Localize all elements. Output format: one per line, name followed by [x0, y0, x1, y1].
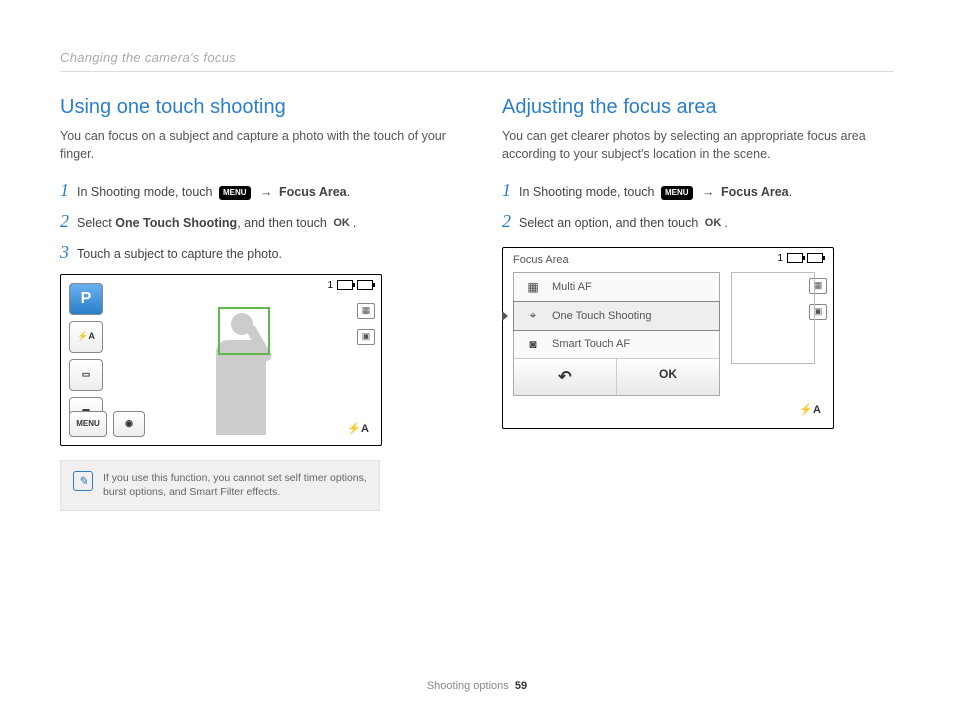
step-1: 1 In Shooting mode, touch MENU → Focus A… — [502, 181, 894, 202]
ok-icon: OK — [333, 215, 350, 232]
focus-area-label: Focus Area — [279, 185, 347, 199]
view-button: ◉ — [113, 411, 145, 437]
back-button: ↶ — [514, 359, 617, 395]
two-column-layout: Using one touch shooting You can focus o… — [60, 96, 894, 511]
smart-icon: ◙ — [524, 337, 542, 351]
step-text: In Shooting mode, touch MENU → Focus Are… — [77, 181, 350, 202]
shot-counter: 1 — [777, 253, 783, 264]
focus-box-overlay — [218, 307, 270, 355]
heading-one-touch: Using one touch shooting — [60, 96, 452, 119]
grid-icon: ▦ — [524, 280, 542, 294]
note-box: ✎ If you use this function, you cannot s… — [60, 460, 380, 511]
step-2: 2 Select an option, and then touch OK. — [502, 212, 894, 233]
text-fragment: Select an option, and then touch — [519, 216, 702, 230]
focus-area-label: Focus Area — [721, 185, 789, 199]
step-text: Touch a subject to capture the photo. — [77, 243, 282, 264]
step-text: In Shooting mode, touch MENU → Focus Are… — [519, 181, 792, 202]
page-number: 59 — [515, 680, 527, 692]
intro-text: You can get clearer photos by selecting … — [502, 127, 894, 163]
option-multi-af: ▦ Multi AF — [514, 273, 719, 302]
preview-box — [731, 272, 815, 364]
note-text: If you use this function, you cannot set… — [103, 471, 367, 500]
camera-screenshot-1: 1 ▦ ▣ P ⚡A ▭ ▦ MENU ◉ — [60, 274, 382, 446]
text-fragment: , and then touch — [237, 216, 330, 230]
option-label: One Touch Shooting — [552, 310, 651, 322]
bottom-left-buttons: MENU ◉ — [69, 411, 145, 437]
focus-area-panel: ▦ Multi AF ⌖ One Touch Shooting ◙ Smart … — [513, 272, 720, 396]
one-touch-label: One Touch Shooting — [115, 216, 237, 230]
step-3: 3 Touch a subject to capture the photo. — [60, 243, 452, 264]
option-label: Multi AF — [552, 281, 592, 293]
step-text: Select One Touch Shooting, and then touc… — [77, 212, 356, 233]
note-icon: ✎ — [73, 471, 93, 491]
mode-p-button: P — [69, 283, 103, 315]
menu-icon: MENU — [219, 186, 251, 200]
sd-icon — [787, 253, 803, 263]
menu-button: MENU — [69, 411, 107, 437]
menu-icon: MENU — [661, 186, 693, 200]
right-column: Adjusting the focus area You can get cle… — [502, 96, 894, 511]
heading-focus-area: Adjusting the focus area — [502, 96, 894, 119]
right-icon-stack: ▦ ▣ — [357, 303, 375, 345]
status-bar: 1 — [777, 253, 823, 264]
text-fragment: In Shooting mode, touch — [77, 185, 216, 199]
step-list: 1 In Shooting mode, touch MENU → Focus A… — [60, 181, 452, 263]
left-button-stack: P ⚡A ▭ ▦ — [69, 283, 103, 429]
shot-counter: 1 — [327, 280, 333, 291]
text-fragment: Select — [77, 216, 115, 230]
battery-icon — [807, 253, 823, 263]
arrow-icon: → — [699, 185, 718, 199]
step-text: Select an option, and then touch OK. — [519, 212, 728, 233]
panel-button-row: ↶ OK — [514, 358, 719, 395]
step-number: 2 — [502, 212, 511, 230]
step-list: 1 In Shooting mode, touch MENU → Focus A… — [502, 181, 894, 233]
ok-icon: OK — [705, 215, 722, 232]
tool-icon: ▦ — [357, 303, 375, 319]
step-1: 1 In Shooting mode, touch MENU → Focus A… — [60, 181, 452, 202]
selection-marker-icon — [502, 311, 508, 321]
step-number: 1 — [60, 181, 69, 199]
step-number: 2 — [60, 212, 69, 230]
footer-section: Shooting options — [427, 680, 509, 692]
left-column: Using one touch shooting You can focus o… — [60, 96, 452, 511]
sd-icon — [337, 280, 353, 290]
step-2: 2 Select One Touch Shooting, and then to… — [60, 212, 452, 233]
step-number: 3 — [60, 243, 69, 261]
arrow-icon: → — [257, 185, 276, 199]
subject-silhouette — [196, 305, 286, 435]
flash-indicator: ⚡A — [347, 422, 369, 435]
wb-button: ▭ — [69, 359, 103, 391]
manual-page: Changing the camera's focus Using one to… — [0, 0, 954, 720]
panel-title: Focus Area — [513, 254, 569, 266]
intro-text: You can focus on a subject and capture a… — [60, 127, 452, 163]
target-icon: ⌖ — [524, 309, 542, 323]
status-bar: 1 — [327, 280, 373, 291]
page-footer: Shooting options 59 — [0, 680, 954, 692]
step-number: 1 — [502, 181, 511, 199]
camera-screenshot-2: Focus Area 1 ▦ ▣ ▦ Multi AF — [502, 247, 834, 429]
tool-icon: ▣ — [357, 329, 375, 345]
option-one-touch: ⌖ One Touch Shooting — [513, 301, 720, 331]
ok-button: OK — [617, 359, 719, 395]
text-fragment: In Shooting mode, touch — [519, 185, 658, 199]
battery-icon — [357, 280, 373, 290]
option-label: Smart Touch AF — [552, 338, 630, 350]
option-smart-touch: ◙ Smart Touch AF — [514, 330, 719, 358]
flash-indicator: ⚡A — [799, 403, 821, 416]
section-header: Changing the camera's focus — [60, 50, 894, 72]
flash-button: ⚡A — [69, 321, 103, 353]
